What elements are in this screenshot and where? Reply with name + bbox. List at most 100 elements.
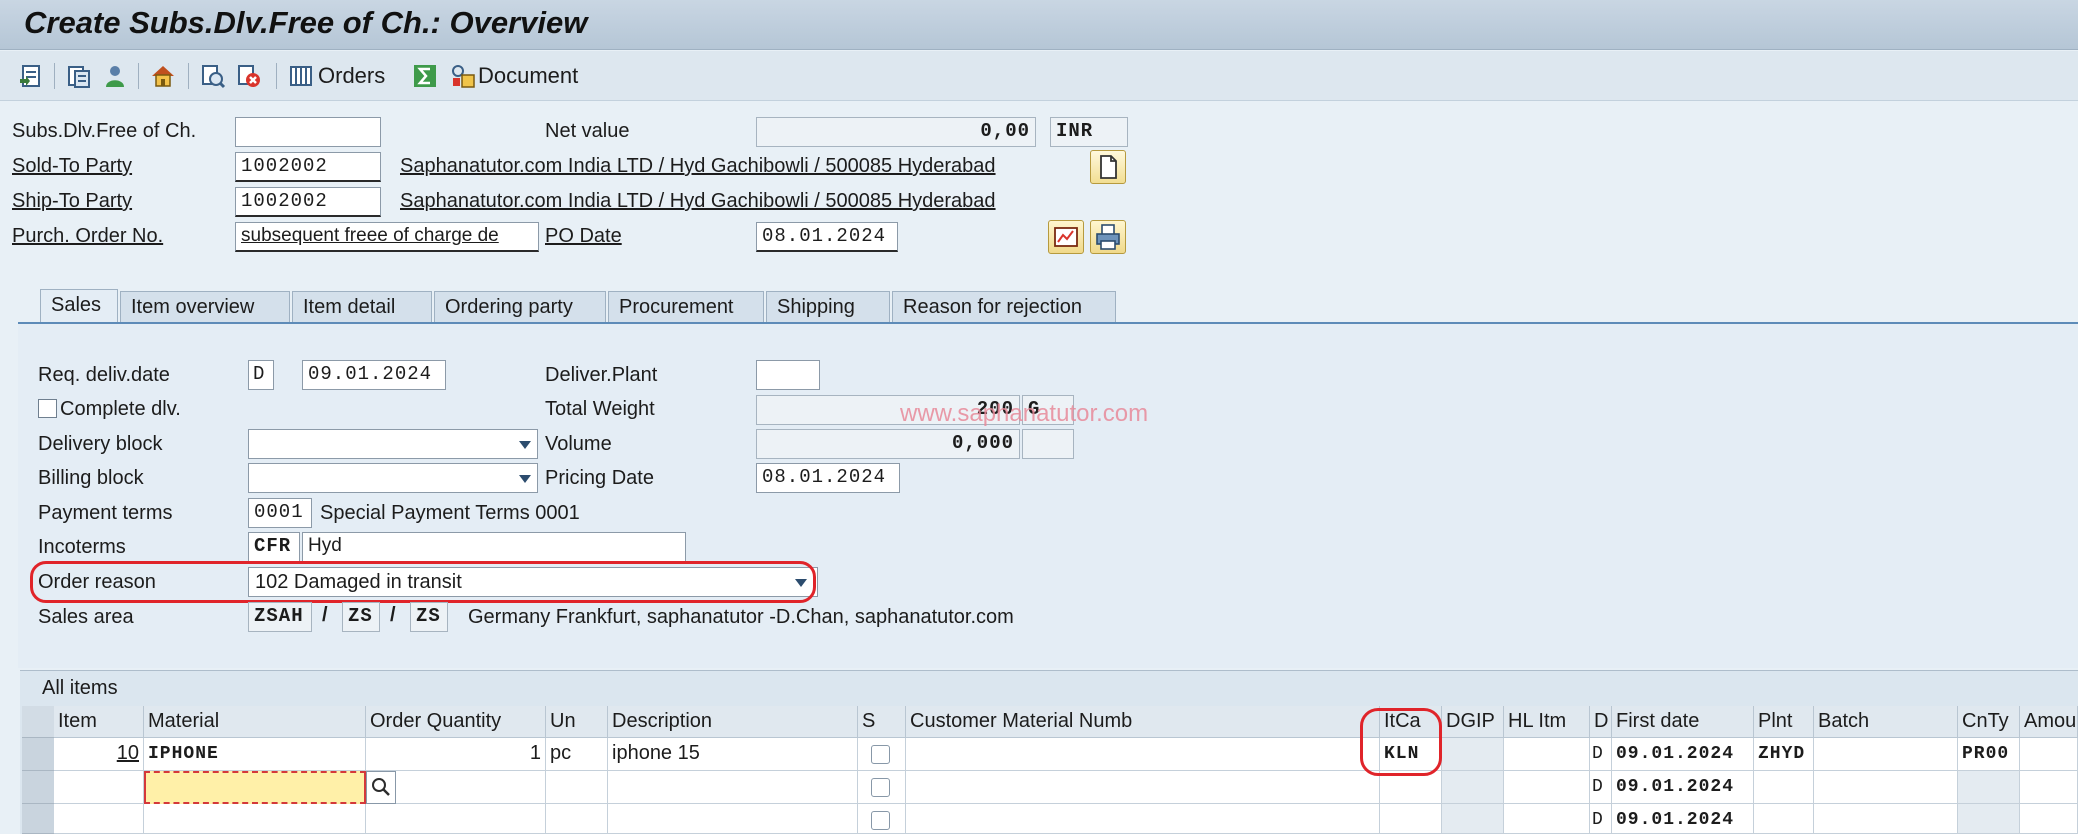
row-1-cnty[interactable]: PR00 <box>1958 738 2020 771</box>
col-header-material[interactable]: Material <box>144 706 366 738</box>
col-header-first-date[interactable]: First date <box>1612 706 1754 738</box>
row-1-amount[interactable] <box>2020 738 2078 771</box>
col-header-unit[interactable]: Un <box>546 706 608 738</box>
delivery-block-dropdown[interactable] <box>248 429 538 459</box>
col-header-cnty[interactable]: CnTy <box>1958 706 2020 738</box>
col-header-plnt[interactable]: Plnt <box>1754 706 1814 738</box>
row-2-hl-itm[interactable] <box>1504 771 1590 804</box>
row-2-plnt[interactable] <box>1754 771 1814 804</box>
row-1-first-date[interactable]: 09.01.2024 <box>1612 738 1754 771</box>
row-2-first-date[interactable]: 09.01.2024 <box>1612 771 1754 804</box>
row-3-description[interactable] <box>608 804 858 834</box>
row-1-hl-itm[interactable] <box>1504 738 1590 771</box>
row-selector[interactable] <box>22 804 54 834</box>
payment-terms-field[interactable]: 0001 <box>248 498 312 528</box>
tab-ordering-party[interactable]: Ordering party <box>434 291 606 323</box>
row-1-unit[interactable]: pc <box>546 738 608 771</box>
sold-to-label[interactable]: Sold-To Party <box>12 155 132 178</box>
tab-item-overview[interactable]: Item overview <box>120 291 290 323</box>
row-1-description[interactable]: iphone 15 <box>608 738 858 771</box>
row-1-material[interactable]: IPHONE <box>144 738 366 771</box>
col-header-item[interactable]: Item <box>54 706 144 738</box>
col-header-d[interactable]: D <box>1590 706 1612 738</box>
billing-block-dropdown[interactable] <box>248 463 538 493</box>
row-3-quantity[interactable] <box>366 804 546 834</box>
tab-sales[interactable]: Sales <box>40 289 118 323</box>
col-header-amount[interactable]: Amou <box>2020 706 2078 738</box>
row-3-batch[interactable] <box>1814 804 1958 834</box>
display-doc-icon[interactable] <box>200 63 226 89</box>
pricing-date-field[interactable]: 08.01.2024 <box>756 463 900 493</box>
col-header-order-quantity[interactable]: Order Quantity <box>366 706 546 738</box>
row-1-customer-material[interactable] <box>906 738 1380 771</box>
person-icon[interactable] <box>102 63 128 89</box>
row-3-item[interactable] <box>54 804 144 834</box>
ship-to-label[interactable]: Ship-To Party <box>12 190 132 213</box>
row-1-batch[interactable] <box>1814 738 1958 771</box>
row-2-batch[interactable] <box>1814 771 1958 804</box>
po-number-field[interactable]: subsequent freee of charge de <box>235 222 539 252</box>
sum-icon[interactable] <box>412 63 438 89</box>
row-1-d[interactable]: D <box>1590 738 1612 771</box>
cancel-doc-icon[interactable] <box>236 63 262 89</box>
po-date-label[interactable]: PO Date <box>545 225 622 248</box>
sold-to-description[interactable]: Saphanatutor.com India LTD / Hyd Gachibo… <box>400 155 996 178</box>
tab-procurement[interactable]: Procurement <box>608 291 764 323</box>
row-2-quantity[interactable] <box>396 771 546 804</box>
row-1-plnt[interactable]: ZHYD <box>1754 738 1814 771</box>
row-1-quantity[interactable]: 1 <box>366 738 546 771</box>
row-2-item[interactable] <box>54 771 144 804</box>
row-2-customer-material[interactable] <box>906 771 1380 804</box>
row-2-cnty[interactable] <box>1958 771 2020 804</box>
po-date-field[interactable]: 08.01.2024 <box>756 222 898 252</box>
sold-to-field[interactable]: 1002002 <box>235 152 381 182</box>
row-3-plnt[interactable] <box>1754 804 1814 834</box>
orders-button[interactable]: Orders <box>318 63 385 89</box>
document-flow-icon[interactable] <box>66 63 92 89</box>
col-header-description[interactable]: Description <box>608 706 858 738</box>
row-3-customer-material[interactable] <box>906 804 1380 834</box>
req-deliv-date-field[interactable]: 09.01.2024 <box>302 360 446 390</box>
row-3-hl-itm[interactable] <box>1504 804 1590 834</box>
row-2-amount[interactable] <box>2020 771 2078 804</box>
incoterms-place-field[interactable]: Hyd <box>302 532 686 562</box>
sold-to-details-button[interactable] <box>1090 150 1126 184</box>
customer-info-button[interactable] <box>1048 220 1084 254</box>
row-selector[interactable] <box>22 771 54 804</box>
document-button[interactable]: Document <box>478 63 578 89</box>
row-3-s-checkbox[interactable] <box>871 811 890 830</box>
material-search-help-button[interactable] <box>366 771 396 804</box>
col-header-hl-itm[interactable]: HL Itm <box>1504 706 1590 738</box>
req-deliv-type-field[interactable]: D <box>248 360 274 390</box>
po-number-label[interactable]: Purch. Order No. <box>12 225 163 248</box>
row-2-d[interactable]: D <box>1590 771 1612 804</box>
row-3-material[interactable] <box>144 804 366 834</box>
row-selector[interactable] <box>22 738 54 771</box>
row-3-cnty[interactable] <box>1958 804 2020 834</box>
doc-number-field[interactable] <box>235 117 381 147</box>
tab-reason-for-rejection[interactable]: Reason for rejection <box>892 291 1116 323</box>
select-all-corner[interactable] <box>22 706 54 738</box>
col-header-dgip[interactable]: DGIP <box>1442 706 1504 738</box>
row-3-d[interactable]: D <box>1590 804 1612 834</box>
row-2-description[interactable] <box>608 771 858 804</box>
row-3-itca[interactable] <box>1380 804 1442 834</box>
row-3-amount[interactable] <box>2020 804 2078 834</box>
col-header-batch[interactable]: Batch <box>1814 706 1958 738</box>
deliver-plant-field[interactable] <box>756 360 820 390</box>
incoterms-code-field[interactable]: CFR <box>248 532 300 562</box>
tab-shipping[interactable]: Shipping <box>766 291 890 323</box>
tab-item-detail[interactable]: Item detail <box>292 291 432 323</box>
row-3-unit[interactable] <box>546 804 608 834</box>
ship-to-field[interactable]: 1002002 <box>235 187 381 217</box>
partner-house-icon[interactable] <box>150 63 176 89</box>
ship-to-description[interactable]: Saphanatutor.com India LTD / Hyd Gachibo… <box>400 190 996 213</box>
row-1-s-checkbox[interactable] <box>871 745 890 764</box>
row-2-unit[interactable] <box>546 771 608 804</box>
print-preview-button[interactable] <box>1090 220 1126 254</box>
complete-dlv-checkbox[interactable] <box>38 399 57 418</box>
header-icon[interactable] <box>18 63 44 89</box>
row-3-first-date[interactable]: 09.01.2024 <box>1612 804 1754 834</box>
row-2-s-checkbox[interactable] <box>871 778 890 797</box>
row-2-material-input[interactable] <box>144 771 366 804</box>
